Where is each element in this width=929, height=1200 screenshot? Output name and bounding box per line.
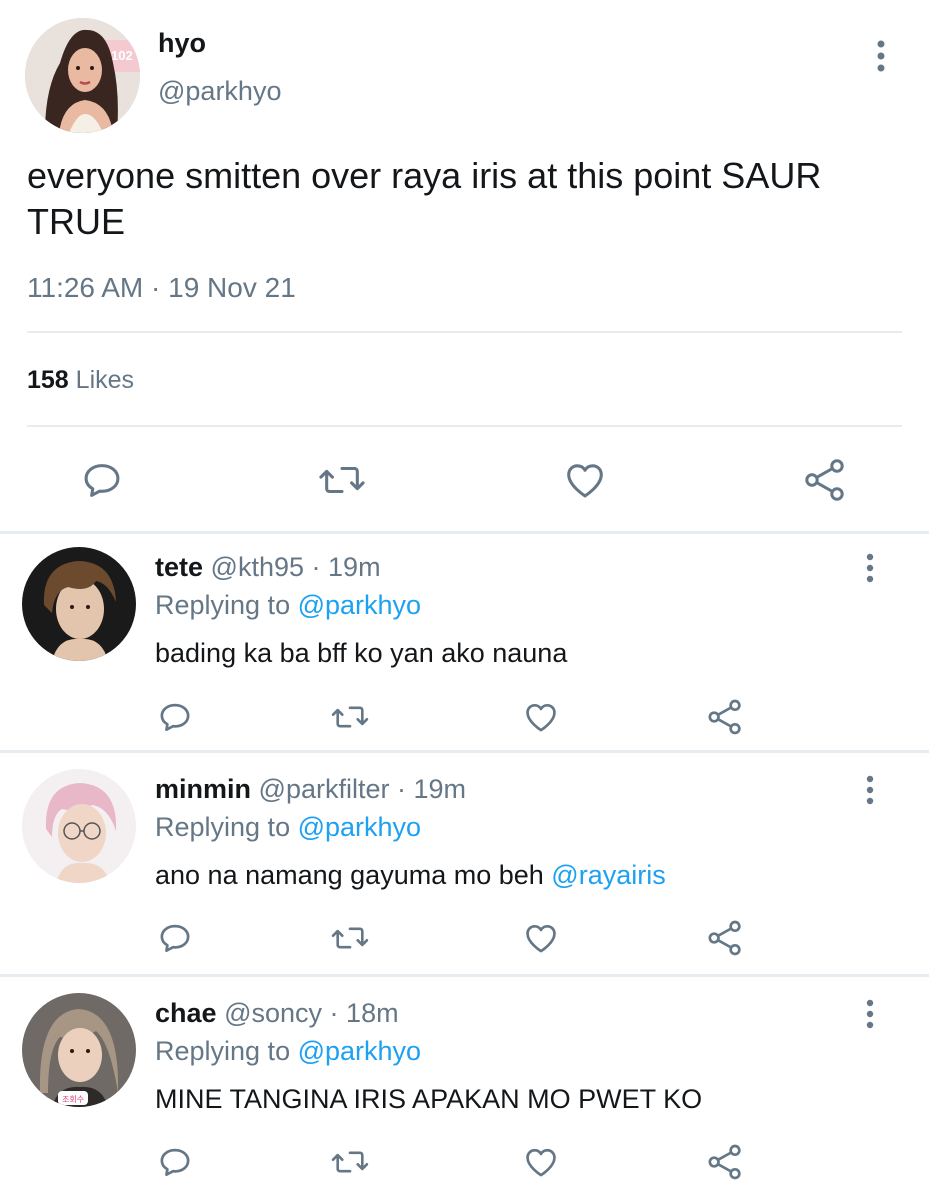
more-vertical-icon[interactable]	[855, 996, 885, 1032]
reply-body: ano na namang gayuma mo beh	[155, 860, 544, 890]
reply-button[interactable]	[150, 692, 200, 742]
reply-button[interactable]	[150, 1137, 200, 1187]
retweet-button[interactable]	[325, 1137, 375, 1187]
reply-button[interactable]	[150, 913, 200, 963]
meta-separator: ·	[151, 272, 161, 303]
display-name[interactable]: tete	[155, 552, 203, 582]
reply-text: bading ka ba bff ko yan ako nauna	[155, 638, 567, 669]
main-tweet: 102 hyo @parkhyo everyone smitten over r…	[0, 0, 929, 532]
avatar[interactable]: 102	[25, 18, 140, 133]
likes-label: Likes	[75, 366, 135, 394]
replying-prefix: Replying to	[155, 1036, 291, 1066]
reply-time[interactable]: 19m	[328, 552, 381, 582]
reply-body: MINE TANGINA IRIS APAKAN MO PWET KO	[155, 1084, 703, 1114]
retweet-icon	[331, 927, 369, 949]
heart-icon	[526, 924, 556, 953]
like-button[interactable]	[560, 455, 610, 505]
share-icon	[708, 920, 741, 956]
heart-icon	[526, 1148, 556, 1177]
share-icon	[708, 699, 741, 735]
speech-bubble-icon	[160, 703, 190, 732]
tweet-timestamp[interactable]: 11:26 AM · 19 Nov 21	[27, 272, 296, 304]
reply-header: minmin @parkfilter · 19m	[155, 774, 466, 805]
display-name[interactable]: hyo	[158, 28, 206, 59]
retweet-button[interactable]	[325, 692, 375, 742]
reply-time[interactable]: 18m	[346, 998, 399, 1028]
tweet-time: 11:26 AM	[27, 272, 144, 303]
speech-bubble-icon	[84, 464, 120, 497]
share-button[interactable]	[700, 1137, 750, 1187]
reply-text: ano na namang gayuma mo beh @rayairis	[155, 860, 666, 891]
heart-icon	[526, 703, 556, 732]
retweet-button[interactable]	[317, 455, 367, 505]
display-name[interactable]: minmin	[155, 774, 251, 804]
divider	[27, 425, 902, 427]
reply-time[interactable]: 19m	[414, 774, 467, 804]
avatar[interactable]	[22, 547, 136, 661]
handle[interactable]: @kth95	[211, 552, 304, 582]
share-button[interactable]	[700, 692, 750, 742]
more-vertical-icon[interactable]	[855, 550, 885, 586]
retweet-icon	[331, 706, 369, 728]
heart-icon	[567, 464, 603, 498]
handle[interactable]: @parkfilter	[259, 774, 390, 804]
handle[interactable]: @parkhyo	[158, 76, 281, 107]
tweet-date: 19 Nov 21	[168, 272, 296, 303]
more-vertical-icon[interactable]	[866, 36, 896, 76]
share-button[interactable]	[800, 455, 850, 505]
speech-bubble-icon	[160, 924, 190, 953]
share-icon	[708, 1144, 741, 1180]
reply-tweet[interactable]: 조회수 chae @soncy · 18m Replying to @parkh…	[0, 977, 929, 1200]
meta-separator: ·	[311, 552, 321, 582]
replying-to: Replying to @parkhyo	[155, 812, 421, 843]
replying-to-link[interactable]: @parkhyo	[298, 812, 421, 842]
share-button[interactable]	[700, 913, 750, 963]
meta-separator: ·	[397, 774, 406, 804]
like-button[interactable]	[516, 913, 566, 963]
mention-link[interactable]: @rayairis	[551, 860, 665, 890]
reply-text: MINE TANGINA IRIS APAKAN MO PWET KO	[155, 1084, 702, 1115]
divider	[27, 331, 902, 333]
speech-bubble-icon	[160, 1148, 190, 1177]
avatar[interactable]	[22, 769, 136, 883]
replying-to-link[interactable]: @parkhyo	[298, 590, 421, 620]
retweet-icon	[319, 466, 365, 494]
reply-header: tete @kth95 · 19m	[155, 552, 381, 583]
replying-prefix: Replying to	[155, 812, 291, 842]
like-button[interactable]	[516, 1137, 566, 1187]
avatar-text: 102	[111, 48, 133, 63]
meta-separator: ·	[329, 998, 339, 1028]
replying-to-link[interactable]: @parkhyo	[298, 1036, 421, 1066]
retweet-icon	[331, 1151, 369, 1173]
handle[interactable]: @soncy	[224, 998, 322, 1028]
replying-prefix: Replying to	[155, 590, 291, 620]
like-button[interactable]	[516, 692, 566, 742]
reply-body: bading ka ba bff ko yan ako nauna	[155, 638, 568, 668]
display-name[interactable]: chae	[155, 998, 217, 1028]
tweet-text: everyone smitten over raya iris at this …	[27, 155, 822, 242]
more-vertical-icon[interactable]	[855, 772, 885, 808]
avatar-badge: 조회수	[62, 1095, 84, 1104]
reply-tweet[interactable]: minmin @parkfilter · 19m Replying to @pa…	[0, 753, 929, 973]
reply-tweet[interactable]: tete @kth95 · 19m Replying to @parkhyo b…	[0, 534, 929, 749]
retweet-button[interactable]	[325, 913, 375, 963]
replying-to: Replying to @parkhyo	[155, 590, 421, 621]
likes-number: 158	[27, 366, 69, 394]
share-icon	[805, 459, 844, 501]
reply-header: chae @soncy · 18m	[155, 998, 399, 1029]
avatar[interactable]: 조회수	[22, 993, 136, 1107]
likes-count[interactable]: 158 Likes	[27, 366, 134, 395]
replying-to: Replying to @parkhyo	[155, 1036, 421, 1067]
reply-button[interactable]	[77, 455, 127, 505]
